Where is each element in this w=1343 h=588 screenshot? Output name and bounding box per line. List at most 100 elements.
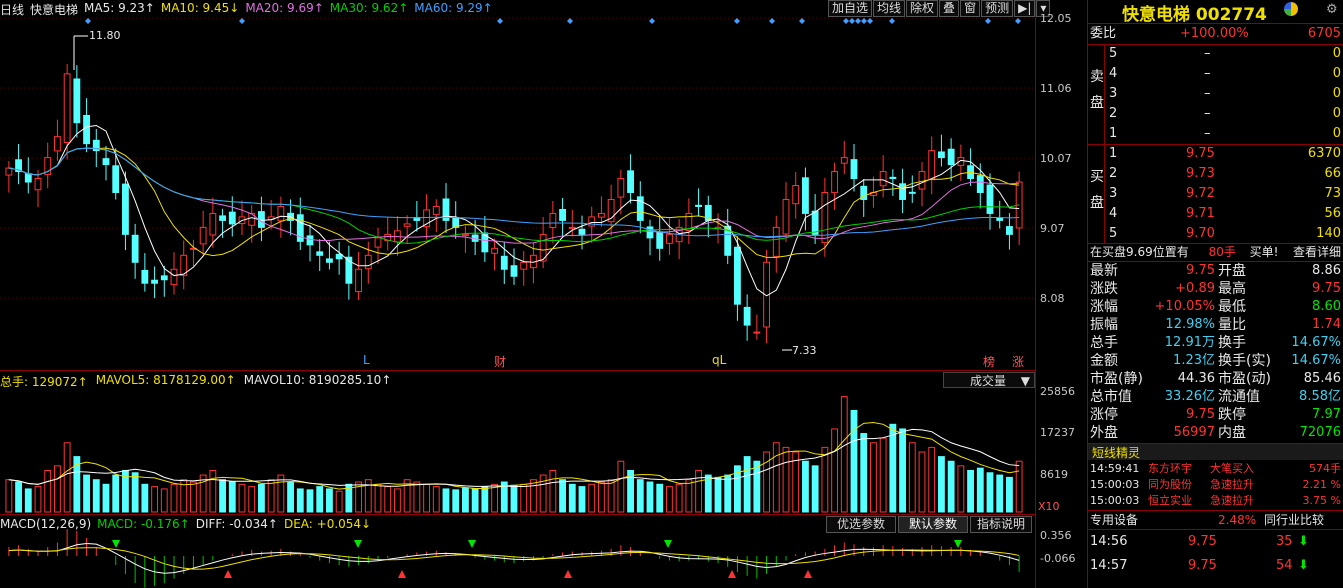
- queue-buy: 买单!: [1249, 245, 1279, 259]
- volume-bar: [938, 456, 945, 513]
- stat-row: 振幅 12.98% 量比 1.74: [1088, 316, 1343, 334]
- sell-level-row[interactable]: 4 – 0: [1088, 64, 1343, 84]
- stat-value: 72076: [1299, 425, 1341, 440]
- level-price: –: [1204, 86, 1211, 101]
- sprite-row[interactable]: 14:59:41 东方环宇 大笔买入 574手: [1088, 461, 1343, 477]
- volume-bar: [588, 483, 596, 513]
- macd-panel-divider: [0, 514, 1035, 515]
- period-label[interactable]: 日线: [0, 1, 24, 17]
- volume-bar: [656, 483, 664, 513]
- volume-bar: [695, 469, 702, 513]
- volume-bar: [141, 483, 149, 513]
- stat-label: 市盈(静): [1090, 371, 1143, 387]
- add-watchlist-button[interactable]: 加自选: [828, 0, 873, 17]
- buy-signal-icon: [728, 570, 736, 578]
- event-marker[interactable]: 涨: [1012, 353, 1024, 370]
- candle: [899, 183, 906, 200]
- event-marker[interactable]: 财: [494, 353, 506, 370]
- volume-tick: 25856: [1040, 385, 1075, 398]
- arrow-down-icon: ⬇: [1298, 534, 1309, 549]
- candle: [850, 159, 858, 180]
- sell-level-row[interactable]: 5 – 0: [1088, 44, 1343, 64]
- industry-row[interactable]: 专用设备 2.48% 同行业比较: [1088, 511, 1343, 529]
- candle: [889, 176, 897, 180]
- candle: [811, 210, 819, 235]
- stat-row: 涨停 9.75 跌停 7.97: [1088, 406, 1343, 424]
- sprite-title[interactable]: 短线精灵: [1092, 444, 1140, 461]
- sprite-row[interactable]: 15:00:03 同为股份 急速拉升 2.21 %: [1088, 477, 1343, 493]
- candle: [734, 246, 741, 305]
- order-queue-row[interactable]: 在买盘9.69位置有 80手 买单! 查看详细: [1090, 244, 1343, 261]
- weibi-value: 6705: [1307, 26, 1341, 41]
- sell-level-row[interactable]: 2 – 0: [1088, 104, 1343, 124]
- volume-bar: [63, 442, 71, 513]
- candle: [753, 331, 761, 334]
- view-detail-link[interactable]: 查看详细: [1293, 244, 1341, 261]
- volume-unit: X10: [1038, 500, 1060, 513]
- buy-signal-icon: [564, 570, 572, 578]
- volume-bar: [54, 465, 61, 513]
- settings-gear-icon[interactable]: ⚙: [1326, 2, 1338, 17]
- stat-row: 总市值 33.26亿 流通值 8.58亿: [1088, 388, 1343, 406]
- stat-value: 14.67%: [1291, 335, 1341, 350]
- collapse-icon[interactable]: ▶|: [1014, 0, 1036, 17]
- volume-bar: [1006, 476, 1013, 513]
- chart-canvas[interactable]: [0, 0, 1088, 588]
- ma-button[interactable]: 均线: [873, 0, 906, 17]
- volume-panel-divider: [0, 370, 1035, 371]
- buy-level-row[interactable]: 2 9.73 66: [1088, 164, 1343, 184]
- volume-bar: [840, 396, 848, 513]
- sell-level-row[interactable]: 3 – 0: [1088, 84, 1343, 104]
- buy-level-row[interactable]: 5 9.70 140: [1088, 224, 1343, 244]
- candle: [695, 204, 702, 207]
- candle: [627, 170, 634, 193]
- forecast-button[interactable]: 预测: [981, 0, 1014, 17]
- volume-header: 总手: 129072↑ MAVOL5: 8178129.00↑ MAVOL10:…: [0, 373, 391, 390]
- kline-chart-area[interactable]: [0, 0, 1088, 588]
- chart-toolbar: 加自选 均线 除权 叠 窗 预测 ▶| ▾: [828, 0, 1051, 17]
- window-button[interactable]: 窗: [960, 0, 981, 17]
- exright-button[interactable]: 除权: [906, 0, 939, 17]
- volume-bar: [704, 474, 712, 513]
- info-marker-icon: [985, 18, 991, 24]
- volume-bar: [160, 488, 168, 513]
- tab-default-params[interactable]: 默认参数: [898, 516, 969, 533]
- sprite-row[interactable]: 15:00:03 恒立实业 急速拉升 3.75 %: [1088, 493, 1343, 509]
- candle: [141, 269, 149, 284]
- buy-level-row[interactable]: 3 9.72 73: [1088, 184, 1343, 204]
- volume-bar: [996, 474, 1004, 513]
- info-marker-icon: [889, 18, 895, 24]
- stat-label: 涨停: [1090, 407, 1118, 423]
- volume-bar: [481, 486, 489, 513]
- axis-separator: [1035, 0, 1036, 588]
- level-price: 9.70: [1186, 226, 1215, 241]
- sprite-action: 急速拉升: [1210, 494, 1254, 507]
- stat-label: 金额: [1090, 353, 1118, 369]
- tab-indicator-help[interactable]: 指标说明: [970, 516, 1033, 533]
- stat-label: 内盘: [1218, 425, 1246, 441]
- sell-level-row[interactable]: 1 – 0: [1088, 124, 1343, 144]
- buy-level-row[interactable]: 4 9.71 56: [1088, 204, 1343, 224]
- sprite-stock: 同为股份: [1148, 478, 1192, 491]
- tab-optimal-params[interactable]: 优选参数: [826, 516, 897, 533]
- buy-level-row[interactable]: 1 9.75 6370: [1088, 144, 1343, 164]
- industry-compare-link[interactable]: 同行业比较: [1264, 511, 1324, 529]
- overlay-button[interactable]: 叠: [939, 0, 960, 17]
- pie-icon[interactable]: [1284, 2, 1298, 16]
- ma30-label: MA30: 9.62↑: [329, 1, 409, 15]
- candle: [5, 167, 13, 176]
- volume-bar: [432, 486, 440, 513]
- stat-label: 总市值: [1090, 389, 1132, 405]
- stat-label: 市盈(动): [1218, 371, 1271, 387]
- level-price: –: [1204, 126, 1211, 141]
- volume-bar: [15, 481, 22, 513]
- sprite-stock: 东方环宇: [1148, 462, 1192, 475]
- event-marker[interactable]: L: [363, 353, 370, 367]
- macd-tick: 0.356: [1040, 529, 1072, 542]
- volume-bar: [403, 479, 411, 513]
- event-marker[interactable]: 榜: [983, 353, 995, 370]
- event-marker[interactable]: qL: [712, 353, 726, 367]
- indicator-dropdown[interactable]: 成交量 ▼: [943, 372, 1035, 388]
- stat-value: 14.67%: [1291, 353, 1341, 368]
- level-volume: 0: [1332, 106, 1341, 121]
